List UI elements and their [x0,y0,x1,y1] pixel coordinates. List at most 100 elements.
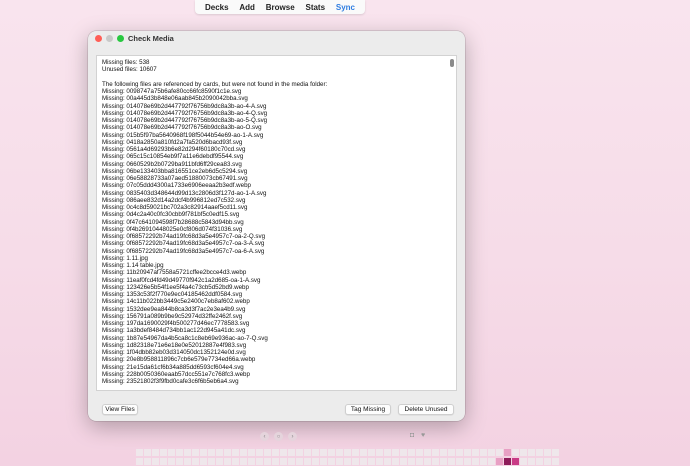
heatmap-cell[interactable] [384,449,391,456]
heatmap-cell[interactable] [184,449,191,456]
heatmap-cell[interactable] [472,449,479,456]
heatmap-cell[interactable] [280,449,287,456]
heatmap-cell[interactable] [208,458,215,465]
tag-missing-button[interactable]: Tag Missing [345,404,391,415]
heatmap-cell[interactable] [552,449,559,456]
heatmap-cell[interactable] [536,458,543,465]
heatmap-cell[interactable] [384,458,391,465]
heatmap-cell[interactable] [352,449,359,456]
heatmap-cell[interactable] [544,458,551,465]
heatmap-cell[interactable] [408,449,415,456]
heatmap-cell[interactable] [520,458,527,465]
heatmap-cell[interactable] [392,449,399,456]
heatmap-cell[interactable] [528,449,535,456]
heatmap-cell[interactable] [328,458,335,465]
toolbar-add[interactable]: Add [239,3,255,12]
heatmap-cell[interactable] [376,449,383,456]
heatmap-cell[interactable] [432,458,439,465]
heatmap-cell[interactable] [264,449,271,456]
heatmap-cell[interactable] [424,449,431,456]
heatmap-cell[interactable] [504,449,511,456]
heatmap-cell[interactable] [456,458,463,465]
heatmap-cell[interactable] [488,449,495,456]
heatmap-cell[interactable] [464,449,471,456]
heatmap-cell[interactable] [432,449,439,456]
heatmap-cell[interactable] [224,449,231,456]
media-report-textarea[interactable]: Missing files: 538 Unused files: 10607 Th… [96,55,457,391]
heatmap-cell[interactable] [176,449,183,456]
toolbar-decks[interactable]: Decks [205,3,229,12]
heatmap-cell[interactable] [344,458,351,465]
heatmap-cell[interactable] [424,458,431,465]
heatmap-cell[interactable] [160,449,167,456]
minimize-window-button[interactable] [106,35,113,42]
heatmap-cell[interactable] [272,449,279,456]
heatmap-cell[interactable] [136,458,143,465]
heatmap-cell[interactable] [512,449,519,456]
heatmap-cell[interactable] [416,458,423,465]
heatmap-cell[interactable] [456,449,463,456]
heatmap-cell[interactable] [392,458,399,465]
heatmap-cell[interactable] [464,458,471,465]
heatmap-cell[interactable] [296,458,303,465]
heatmap-cell[interactable] [144,458,151,465]
heatmap-cell[interactable] [232,458,239,465]
heatmap-cell[interactable] [312,458,319,465]
heatmap-cell[interactable] [304,458,311,465]
heatmap-cell[interactable] [368,449,375,456]
heatmap-cell[interactable] [520,449,527,456]
heatmap-cell[interactable] [440,449,447,456]
heatmap-cell[interactable] [320,449,327,456]
heatmap-cell[interactable] [400,449,407,456]
heatmap-cell[interactable] [480,449,487,456]
heatmap-cell[interactable] [256,458,263,465]
heatmap-cell[interactable] [232,449,239,456]
heatmap-cell[interactable] [296,449,303,456]
heatmap-cell[interactable] [136,449,143,456]
heatmap-cell[interactable] [152,449,159,456]
heatmap-cell[interactable] [168,458,175,465]
heatmap-cell[interactable] [200,458,207,465]
heatmap-cell[interactable] [360,449,367,456]
heatmap-cell[interactable] [496,458,503,465]
heatmap-cell[interactable] [224,458,231,465]
heart-icon[interactable]: ♥ [421,432,425,439]
heatmap-cell[interactable] [160,458,167,465]
heatmap-cell[interactable] [216,449,223,456]
heatmap-cell[interactable] [184,458,191,465]
heatmap-cell[interactable] [440,458,447,465]
heatmap-cell[interactable] [536,449,543,456]
heatmap-cell[interactable] [328,449,335,456]
heatmap-cell[interactable] [352,458,359,465]
toolbar-stats[interactable]: Stats [305,3,325,12]
today-button[interactable]: ○ [274,432,283,441]
next-year-button[interactable]: › [288,432,297,441]
heatmap-cell[interactable] [248,458,255,465]
heatmap-mode-icon[interactable]: ◘ [410,432,414,439]
heatmap-cell[interactable] [448,449,455,456]
heatmap-cell[interactable] [472,458,479,465]
heatmap-cell[interactable] [552,458,559,465]
heatmap-cell[interactable] [144,449,151,456]
heatmap-cell[interactable] [272,458,279,465]
heatmap-cell[interactable] [304,449,311,456]
heatmap-cell[interactable] [376,458,383,465]
heatmap-cell[interactable] [168,449,175,456]
heatmap-cell[interactable] [256,449,263,456]
heatmap-cell[interactable] [512,458,519,465]
heatmap-cell[interactable] [176,458,183,465]
heatmap-cell[interactable] [504,458,511,465]
heatmap-cell[interactable] [216,458,223,465]
delete-unused-button[interactable]: Delete Unused [398,404,454,415]
close-window-button[interactable] [95,35,102,42]
report-scrollbar[interactable] [450,59,454,67]
heatmap-cell[interactable] [408,458,415,465]
heatmap-cell[interactable] [208,449,215,456]
heatmap-cell[interactable] [280,458,287,465]
maximize-window-button[interactable] [117,35,124,42]
heatmap-cell[interactable] [336,449,343,456]
heatmap-cell[interactable] [400,458,407,465]
heatmap-cell[interactable] [368,458,375,465]
heatmap-cell[interactable] [200,449,207,456]
heatmap-cell[interactable] [288,458,295,465]
